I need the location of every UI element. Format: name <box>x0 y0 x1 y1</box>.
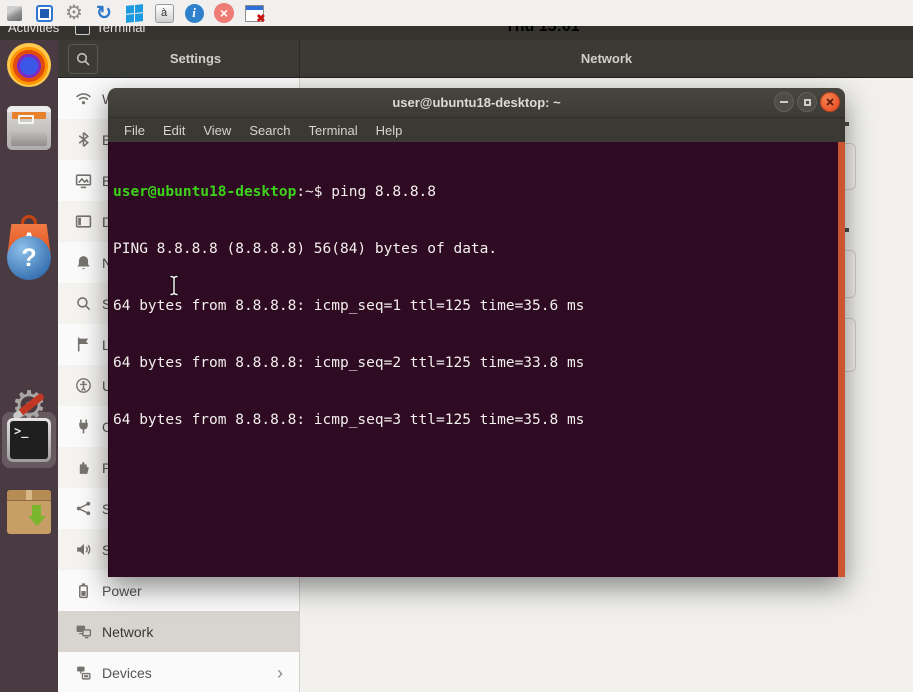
terminal-scrollbar[interactable] <box>838 142 845 577</box>
dock: A ? ⚙ >_ <box>0 40 58 692</box>
wifi-icon <box>74 90 92 108</box>
vm-settings-gear-icon[interactable]: ⚙ <box>63 2 85 24</box>
universal-access-icon <box>74 377 92 395</box>
menu-help[interactable]: Help <box>367 123 412 138</box>
close-icon <box>825 97 835 107</box>
menu-edit[interactable]: Edit <box>154 123 194 138</box>
activities-button[interactable]: Activities <box>8 26 59 35</box>
output-line: 64 bytes from 8.8.8.8: icmp_seq=1 ttl=12… <box>113 297 845 316</box>
magnifier-icon <box>75 51 91 67</box>
gnome-top-bar: Activities Terminal Thu 15:01 <box>0 26 913 40</box>
output-line: 64 bytes from 8.8.8.8: icmp_seq=2 ttl=12… <box>113 354 845 373</box>
help-icon[interactable]: ? <box>7 236 51 280</box>
vm-fullscreen-icon[interactable] <box>33 2 55 24</box>
chevron-right-icon: › <box>277 664 283 682</box>
sidebar-label: Devices <box>102 665 152 681</box>
sharing-icon <box>74 500 92 518</box>
shell-prompt: user@ubuntu18-desktop <box>113 184 296 200</box>
sound-icon <box>74 541 92 559</box>
background-icon <box>74 172 92 190</box>
firefox-icon[interactable] <box>7 43 51 87</box>
output-line: PING 8.8.8.8 (8.8.8.8) 56(84) bytes of d… <box>113 240 845 259</box>
sidebar-label: Network <box>102 624 153 640</box>
package-installer-icon[interactable] <box>7 490 51 534</box>
language-icon <box>74 336 92 354</box>
prompt-suffix: :~$ <box>296 184 331 200</box>
prompt-line: user@ubuntu18-desktop:~$ ping 8.8.8.8 <box>113 183 845 202</box>
maximize-button[interactable] <box>797 92 817 112</box>
app-menu-label: Terminal <box>96 26 145 35</box>
terminal-window: user@ubuntu18-desktop: ~ File Edit View … <box>108 88 845 577</box>
settings-headerbar-left: Settings <box>58 40 300 77</box>
add-vpn-button-fragment[interactable] <box>845 228 849 232</box>
vm-info-icon[interactable]: i <box>183 2 205 24</box>
privacy-icon <box>74 459 92 477</box>
sidebar-item-network[interactable]: Network <box>58 611 299 652</box>
close-button[interactable] <box>820 92 840 112</box>
vm-close-icon[interactable]: × <box>213 2 235 24</box>
terminal-menubar: File Edit View Search Terminal Help <box>108 118 845 142</box>
bluetooth-icon <box>74 131 92 149</box>
vm-package-icon[interactable] <box>3 2 25 24</box>
vm-refresh-icon[interactable]: ↻ <box>93 2 115 24</box>
command-text: ping 8.8.8.8 <box>331 184 436 200</box>
settings-headerbar: Settings Network <box>58 40 913 78</box>
devices-icon <box>74 664 92 682</box>
screen: ⚙ ↻ à i × ✖ Activities Terminal Thu 15:0… <box>0 0 913 692</box>
app-menu-terminal[interactable]: Terminal <box>75 26 145 35</box>
sidebar-item-devices[interactable]: Devices › <box>58 652 299 692</box>
notifications-icon <box>74 254 92 272</box>
vm-toolbar: ⚙ ↻ à i × ✖ <box>0 0 913 26</box>
terminal-dock-icon[interactable]: >_ <box>7 418 51 462</box>
terminal-screen[interactable]: user@ubuntu18-desktop:~$ ping 8.8.8.8 PI… <box>108 142 845 577</box>
terminal-titlebar[interactable]: user@ubuntu18-desktop: ~ <box>108 88 845 118</box>
power-icon <box>74 582 92 600</box>
network-icon <box>74 623 92 641</box>
settings-title: Settings <box>170 51 221 66</box>
vm-windows-icon[interactable] <box>123 2 145 24</box>
menu-terminal[interactable]: Terminal <box>300 123 367 138</box>
minimize-button[interactable] <box>774 92 794 112</box>
online-accounts-icon <box>74 418 92 436</box>
dock-icon <box>74 213 92 231</box>
files-icon[interactable] <box>7 106 51 150</box>
vm-keyboard-icon[interactable]: à <box>153 2 175 24</box>
menu-file[interactable]: File <box>115 123 154 138</box>
settings-headerbar-main: Network <box>300 40 913 77</box>
window-title: user@ubuntu18-desktop: ~ <box>108 88 845 117</box>
sidebar-label: Power <box>102 583 142 599</box>
add-wired-button-fragment[interactable] <box>845 122 849 126</box>
search-icon <box>74 295 92 313</box>
vm-uninstall-icon[interactable]: ✖ <box>243 2 265 24</box>
menu-search[interactable]: Search <box>240 123 299 138</box>
clock[interactable]: Thu 15:01 <box>505 26 580 40</box>
menu-view[interactable]: View <box>194 123 240 138</box>
terminal-app-icon <box>75 26 90 35</box>
mouse-cursor-ibeam <box>167 274 181 297</box>
output-line: 64 bytes from 8.8.8.8: icmp_seq=3 ttl=12… <box>113 411 845 430</box>
page-title: Network <box>581 51 632 66</box>
search-button[interactable] <box>68 44 98 74</box>
